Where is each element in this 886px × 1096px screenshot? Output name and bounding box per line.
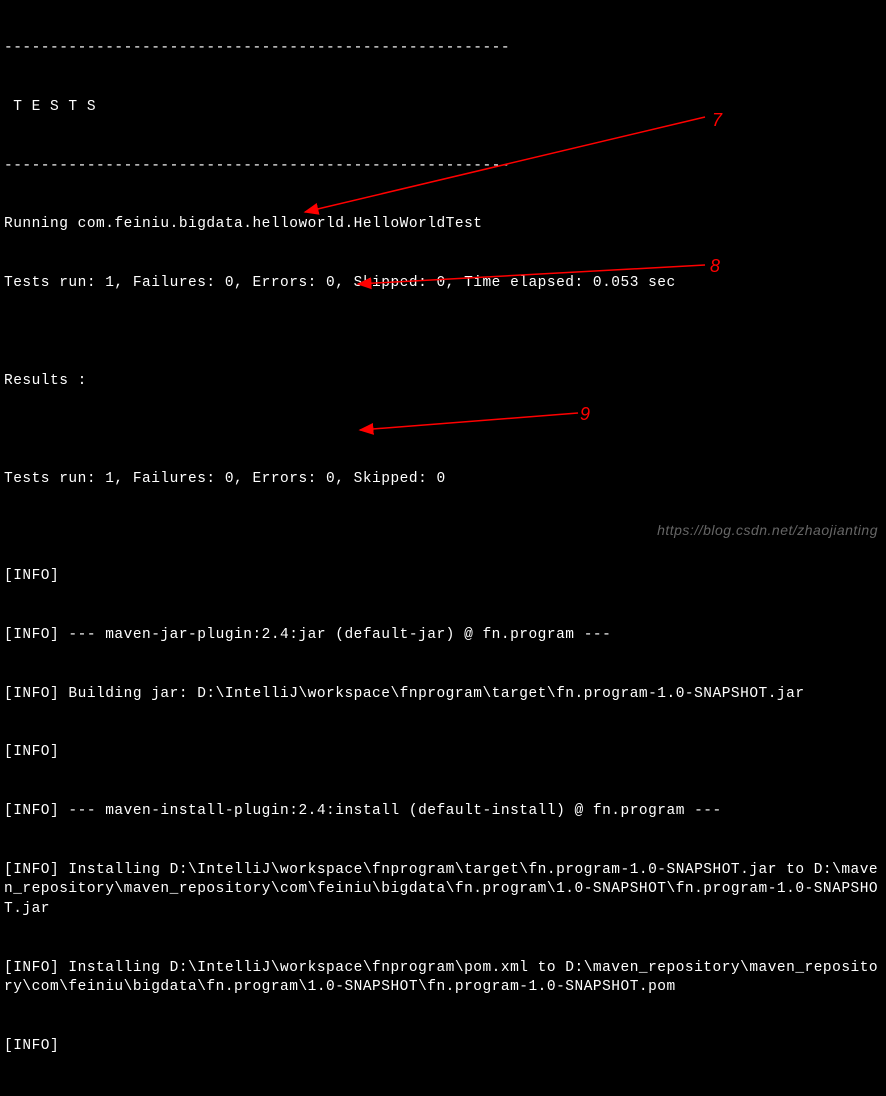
info-line: [INFO] [4, 1037, 882, 1057]
info-line: [INFO] [4, 567, 882, 587]
running-test-line: Running com.feiniu.bigdata.helloworld.He… [4, 215, 882, 235]
annotation-label-7: 7 [712, 108, 723, 132]
annotation-label-8: 8 [710, 254, 721, 278]
maven-jar-plugin-line: [INFO] --- maven-jar-plugin:2.4:jar (def… [4, 626, 882, 646]
separator-line: ----------------------------------------… [4, 39, 882, 59]
installing-pom-line: [INFO] Installing D:\IntelliJ\workspace\… [4, 959, 882, 998]
separator-line: ----------------------------------------… [4, 157, 882, 177]
installing-jar-line: [INFO] Installing D:\IntelliJ\workspace\… [4, 861, 882, 920]
building-jar-line: [INFO] Building jar: D:\IntelliJ\workspa… [4, 685, 882, 705]
results-header: Results : [4, 372, 882, 392]
terminal-output: ----------------------------------------… [0, 0, 886, 1096]
maven-install-plugin-line: [INFO] --- maven-install-plugin:2.4:inst… [4, 802, 882, 822]
annotation-label-9: 9 [580, 402, 591, 426]
tests-header: T E S T S [4, 98, 882, 118]
tests-summary-line: Tests run: 1, Failures: 0, Errors: 0, Sk… [4, 470, 882, 490]
info-line: [INFO] [4, 743, 882, 763]
watermark-text: https://blog.csdn.net/zhaojianting [657, 521, 878, 540]
tests-run-line: Tests run: 1, Failures: 0, Errors: 0, Sk… [4, 274, 882, 294]
